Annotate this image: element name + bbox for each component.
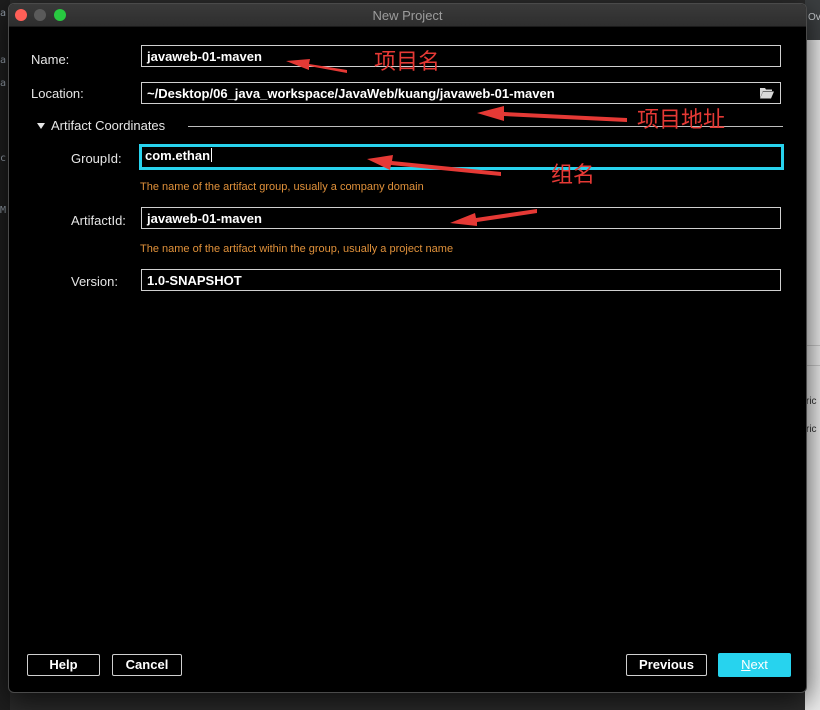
groupid-field-value: com.ethan [145,148,211,163]
cancel-button[interactable]: Cancel [112,654,182,676]
artifactid-label: ArtifactId: [71,213,126,228]
location-field-value: ~/Desktop/06_java_workspace/JavaWeb/kuan… [147,86,555,101]
next-label-rest: ext [750,657,768,672]
name-field[interactable]: javaweb-01-maven [141,45,781,67]
version-label: Version: [71,274,118,289]
text-caret [211,148,213,162]
background-text: a [0,8,7,19]
location-label: Location: [31,86,84,101]
new-project-dialog: New Project Name: javaweb-01-maven Locat… [8,3,807,693]
background-text: ric [806,396,817,407]
previous-button[interactable]: Previous [626,654,707,676]
name-field-value: javaweb-01-maven [147,49,262,64]
location-field[interactable]: ~/Desktop/06_java_workspace/JavaWeb/kuan… [141,82,781,104]
title-bar: New Project [9,4,806,27]
version-field[interactable]: 1.0-SNAPSHOT [141,269,781,291]
annotation-groupid: 组名 [551,162,596,187]
background-text: c: [0,153,8,164]
folder-open-icon[interactable] [760,87,774,99]
artifactid-field[interactable]: javaweb-01-maven [141,207,781,229]
section-label: Artifact Coordinates [51,118,166,133]
background-text: a [0,78,7,89]
background-panel [805,0,820,710]
background-divider [805,365,820,366]
window-title: New Project [372,8,443,23]
annotation-location: 项目地址 [637,107,726,132]
annotation-name: 项目名 [374,49,441,74]
background-divider [805,345,820,346]
next-button[interactable]: Next [718,653,791,677]
groupid-label: GroupId: [71,151,122,166]
background-text: Ov [808,12,820,23]
background-text: ric [806,424,817,435]
background-text: a [0,55,7,66]
help-button[interactable]: Help [27,654,100,676]
artifactid-field-value: javaweb-01-maven [147,211,262,226]
next-mnemonic: N [741,657,751,672]
artifactid-hint: The name of the artifact within the grou… [140,243,454,255]
background-text: M [0,205,7,216]
groupid-field[interactable]: com.ethan [139,144,784,170]
triangle-down-icon[interactable] [37,123,45,129]
name-label: Name: [31,52,70,67]
version-field-value: 1.0-SNAPSHOT [147,273,242,288]
groupid-hint: The name of the artifact group, usually … [140,181,424,193]
